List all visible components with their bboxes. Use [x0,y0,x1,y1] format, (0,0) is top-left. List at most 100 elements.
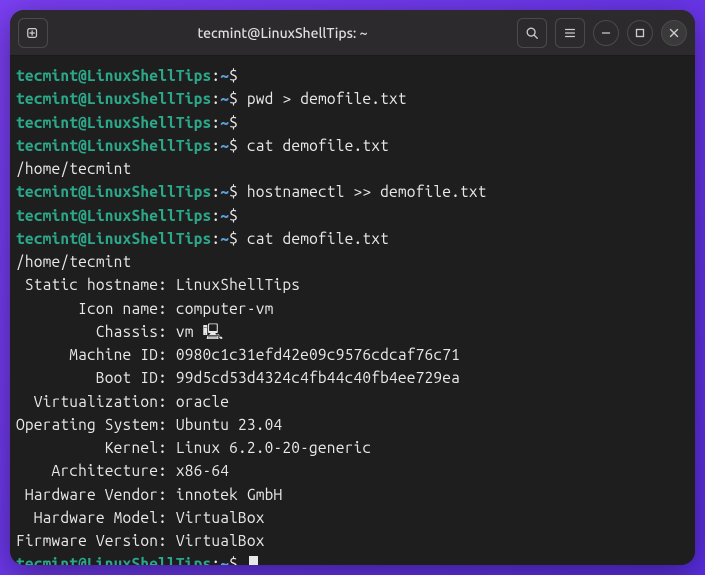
terminal-line: Icon name: computer-vm [16,297,691,320]
output-key: Boot ID: [16,369,167,386]
terminal-line: Boot ID: 99d5cd53d4324c4fb44c40fb4ee729e… [16,366,691,389]
command-text: cat demofile.txt [247,230,389,247]
terminal-line: tecmint@LinuxShellTips:~$ pwd > demofile… [16,87,691,110]
output-value: 99d5cd53d4324c4fb44c40fb4ee729ea [167,369,460,386]
prompt-path: ~ [220,90,229,107]
hamburger-icon [563,26,577,40]
terminal-line: Virtualization: oracle [16,390,691,413]
output-key: Kernel: [16,439,167,456]
prompt-user-host: tecmint@LinuxShellTips [16,114,211,131]
output-key: Architecture: [16,462,167,479]
close-button[interactable] [661,20,687,46]
minimize-button[interactable] [593,20,619,46]
titlebar: tecmint@LinuxShellTips: ~ [10,10,695,56]
prompt-user-host: tecmint@LinuxShellTips [16,90,211,107]
new-tab-button[interactable] [18,18,48,48]
prompt-symbol: $ [229,207,247,224]
window-title: tecmint@LinuxShellTips: ~ [48,25,517,41]
prompt-user-host: tecmint@LinuxShellTips [16,183,211,200]
terminal-line: Static hostname: LinuxShellTips [16,273,691,296]
prompt-path: ~ [220,114,229,131]
output-key: Operating System: [16,416,167,433]
prompt-symbol: $ [229,67,247,84]
prompt-sep: : [211,114,220,131]
prompt-symbol: $ [229,183,247,200]
maximize-button[interactable] [627,20,653,46]
prompt-sep: : [211,90,220,107]
prompt-user-host: tecmint@LinuxShellTips [16,137,211,154]
terminal-line: Chassis: vm 🖳 [16,320,691,343]
titlebar-right [517,18,687,48]
terminal-line: tecmint@LinuxShellTips:~$ [16,64,691,87]
prompt-path: ~ [220,555,229,565]
terminal-line: Operating System: Ubuntu 23.04 [16,413,691,436]
new-tab-icon [26,26,40,40]
terminal-line: tecmint@LinuxShellTips:~$ [16,552,691,565]
output-value: LinuxShellTips [167,276,300,293]
prompt-path: ~ [220,67,229,84]
output-value: VirtualBox [167,532,265,549]
output-value: 0980c1c31efd42e09c9576cdcaf76c71 [167,346,460,363]
output-key: Icon name: [16,300,167,317]
output-key: Hardware Vendor: [16,486,167,503]
output-value: innotek GmbH [167,486,282,503]
titlebar-left [18,18,48,48]
prompt-symbol: $ [229,230,247,247]
terminal-line: Machine ID: 0980c1c31efd42e09c9576cdcaf7… [16,343,691,366]
output-value: vm 🖳 [167,323,223,340]
prompt-path: ~ [220,137,229,154]
terminal-line: tecmint@LinuxShellTips:~$ hostnamectl >>… [16,180,691,203]
terminal-line: Hardware Vendor: innotek GmbH [16,483,691,506]
command-text: pwd > demofile.txt [247,90,407,107]
terminal-line: Hardware Model: VirtualBox [16,506,691,529]
search-icon [525,26,539,40]
output-value: VirtualBox [167,509,265,526]
command-text: hostnamectl >> demofile.txt [247,183,487,200]
output-text: /home/tecmint [16,160,131,177]
cursor [249,556,258,565]
terminal-line: Firmware Version: VirtualBox [16,529,691,552]
output-text: /home/tecmint [16,253,131,270]
prompt-path: ~ [220,183,229,200]
prompt-symbol: $ [229,114,247,131]
prompt-user-host: tecmint@LinuxShellTips [16,207,211,224]
prompt-symbol: $ [229,90,247,107]
close-icon [667,26,681,40]
prompt-user-host: tecmint@LinuxShellTips [16,555,211,565]
output-value: Ubuntu 23.04 [167,416,282,433]
prompt-sep: : [211,67,220,84]
terminal-line: tecmint@LinuxShellTips:~$ [16,111,691,134]
output-key: Static hostname: [16,276,167,293]
terminal-window: tecmint@LinuxShellTips: ~ [10,10,695,565]
prompt-sep: : [211,137,220,154]
prompt-sep: : [211,207,220,224]
output-key: Chassis: [16,323,167,340]
prompt-sep: : [211,183,220,200]
output-value: computer-vm [167,300,274,317]
output-key: Virtualization: [16,393,167,410]
terminal-line: /home/tecmint [16,250,691,273]
search-button[interactable] [517,18,547,48]
menu-button[interactable] [555,18,585,48]
output-key: Hardware Model: [16,509,167,526]
prompt-sep: : [211,230,220,247]
prompt-path: ~ [220,230,229,247]
terminal-line: tecmint@LinuxShellTips:~$ [16,204,691,227]
prompt-sep: : [211,555,220,565]
output-value: oracle [167,393,229,410]
prompt-user-host: tecmint@LinuxShellTips [16,230,211,247]
output-value: Linux 6.2.0-20-generic [167,439,371,456]
terminal-line: Kernel: Linux 6.2.0-20-generic [16,436,691,459]
minimize-icon [599,26,613,40]
output-key: Firmware Version: [16,532,167,549]
prompt-symbol: $ [229,137,247,154]
command-text: cat demofile.txt [247,137,389,154]
terminal-line: tecmint@LinuxShellTips:~$ cat demofile.t… [16,227,691,250]
prompt-user-host: tecmint@LinuxShellTips [16,67,211,84]
terminal-body[interactable]: tecmint@LinuxShellTips:~$ tecmint@LinuxS… [10,56,695,565]
output-key: Machine ID: [16,346,167,363]
terminal-line: Architecture: x86-64 [16,459,691,482]
prompt-path: ~ [220,207,229,224]
terminal-line: tecmint@LinuxShellTips:~$ cat demofile.t… [16,134,691,157]
maximize-icon [633,26,647,40]
